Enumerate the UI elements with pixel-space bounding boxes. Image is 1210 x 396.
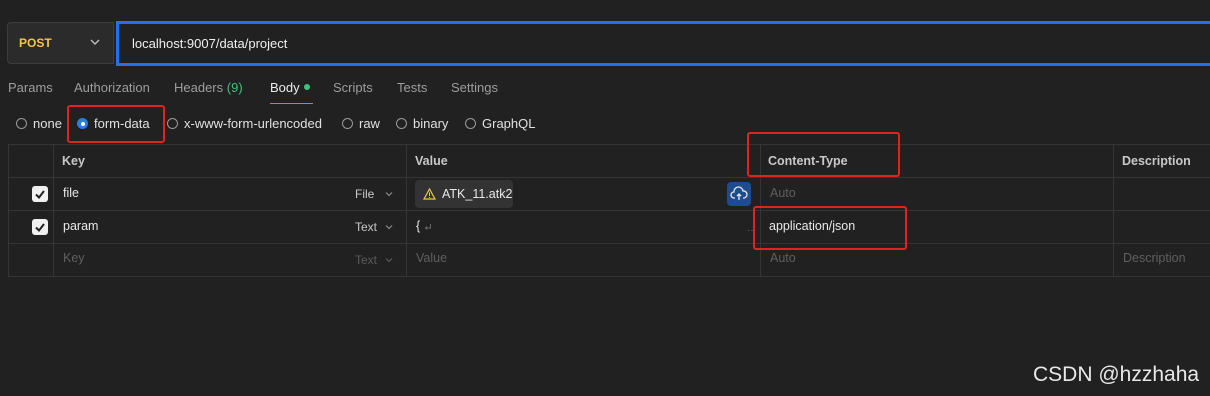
radio-label: x-www-form-urlencoded — [184, 116, 322, 131]
tab-body-label: Body — [270, 80, 300, 95]
tab-settings[interactable]: Settings — [451, 80, 498, 95]
row-checkbox[interactable] — [32, 186, 48, 202]
row-key[interactable]: param — [63, 219, 98, 233]
radio-label: none — [33, 116, 62, 131]
new-value-input[interactable]: Value — [416, 251, 447, 265]
cloud-upload-icon — [730, 186, 748, 200]
active-dot-icon — [303, 84, 310, 90]
highlight-application-json — [753, 206, 907, 250]
radio-label: raw — [359, 116, 380, 131]
row-divider — [8, 243, 1210, 244]
checkmark-icon — [35, 223, 45, 233]
column-header-value: Value — [415, 154, 448, 168]
new-key-input[interactable]: Key — [63, 251, 85, 265]
method-label: POST — [19, 36, 52, 50]
radio-raw[interactable]: raw — [342, 116, 380, 131]
warning-icon — [423, 188, 436, 200]
tab-body[interactable]: Body — [270, 80, 310, 95]
file-name: ATK_11.atk2 — [442, 187, 513, 201]
content-type-input[interactable]: Auto — [770, 186, 796, 200]
row-type-select[interactable]: File — [355, 187, 374, 201]
radio-x-www-form-urlencoded[interactable]: x-www-form-urlencoded — [167, 116, 322, 131]
line-break-icon — [424, 224, 431, 230]
chevron-down-icon — [90, 39, 100, 45]
radio-none[interactable]: none — [16, 116, 62, 131]
column-divider — [8, 144, 9, 277]
tab-authorization[interactable]: Authorization — [74, 80, 150, 95]
column-header-description: Description — [1122, 154, 1191, 168]
chevron-down-icon[interactable] — [384, 222, 394, 232]
row-divider — [8, 276, 1210, 277]
tab-params[interactable]: Params — [8, 80, 53, 95]
new-description-input[interactable]: Description — [1123, 251, 1186, 265]
radio-label: binary — [413, 116, 449, 131]
radio-graphql[interactable]: GraphQL — [465, 116, 535, 131]
column-divider — [53, 144, 54, 277]
column-header-key: Key — [62, 154, 85, 168]
radio-binary[interactable]: binary — [396, 116, 448, 131]
new-content-type-input[interactable]: Auto — [770, 251, 796, 265]
row-key[interactable]: file — [63, 186, 79, 200]
tab-headers-label: Headers — [174, 80, 224, 95]
radio-circle-icon — [167, 118, 178, 129]
radio-circle-icon — [342, 118, 353, 129]
row-divider — [8, 210, 1210, 211]
url-input[interactable]: localhost:9007/data/project — [116, 21, 1210, 66]
row-value[interactable]: { — [416, 219, 420, 233]
row-type-select[interactable]: Text — [355, 253, 377, 267]
chevron-down-icon[interactable] — [384, 189, 394, 199]
tab-scripts[interactable]: Scripts — [333, 80, 373, 95]
tab-headers[interactable]: Headers (9) — [174, 80, 243, 95]
checkmark-icon — [35, 190, 45, 200]
row-divider — [8, 177, 1210, 178]
tab-tests[interactable]: Tests — [397, 80, 427, 95]
row-checkbox[interactable] — [32, 219, 48, 235]
upload-button[interactable] — [727, 182, 751, 206]
radio-label: GraphQL — [482, 116, 536, 131]
row-divider — [8, 144, 1210, 145]
method-select[interactable]: POST — [7, 22, 114, 64]
watermark-text: CSDN @hzzhaha — [1033, 363, 1200, 386]
active-tab-underline — [270, 103, 313, 104]
highlight-form-data — [67, 105, 165, 143]
row-type-select[interactable]: Text — [355, 220, 377, 234]
radio-circle-icon — [396, 118, 407, 129]
column-divider — [1113, 144, 1114, 277]
form-data-table: Key Value Content-Type Description file … — [8, 144, 1210, 277]
column-divider — [406, 144, 407, 277]
file-chip[interactable]: ATK_11.atk2 — [415, 180, 513, 208]
radio-circle-icon — [465, 118, 476, 129]
radio-circle-icon — [16, 118, 27, 129]
url-text: localhost:9007/data/project — [132, 36, 288, 51]
highlight-content-type-header — [747, 132, 900, 177]
chevron-down-icon[interactable] — [384, 255, 394, 265]
headers-count-badge: (9) — [226, 80, 243, 95]
